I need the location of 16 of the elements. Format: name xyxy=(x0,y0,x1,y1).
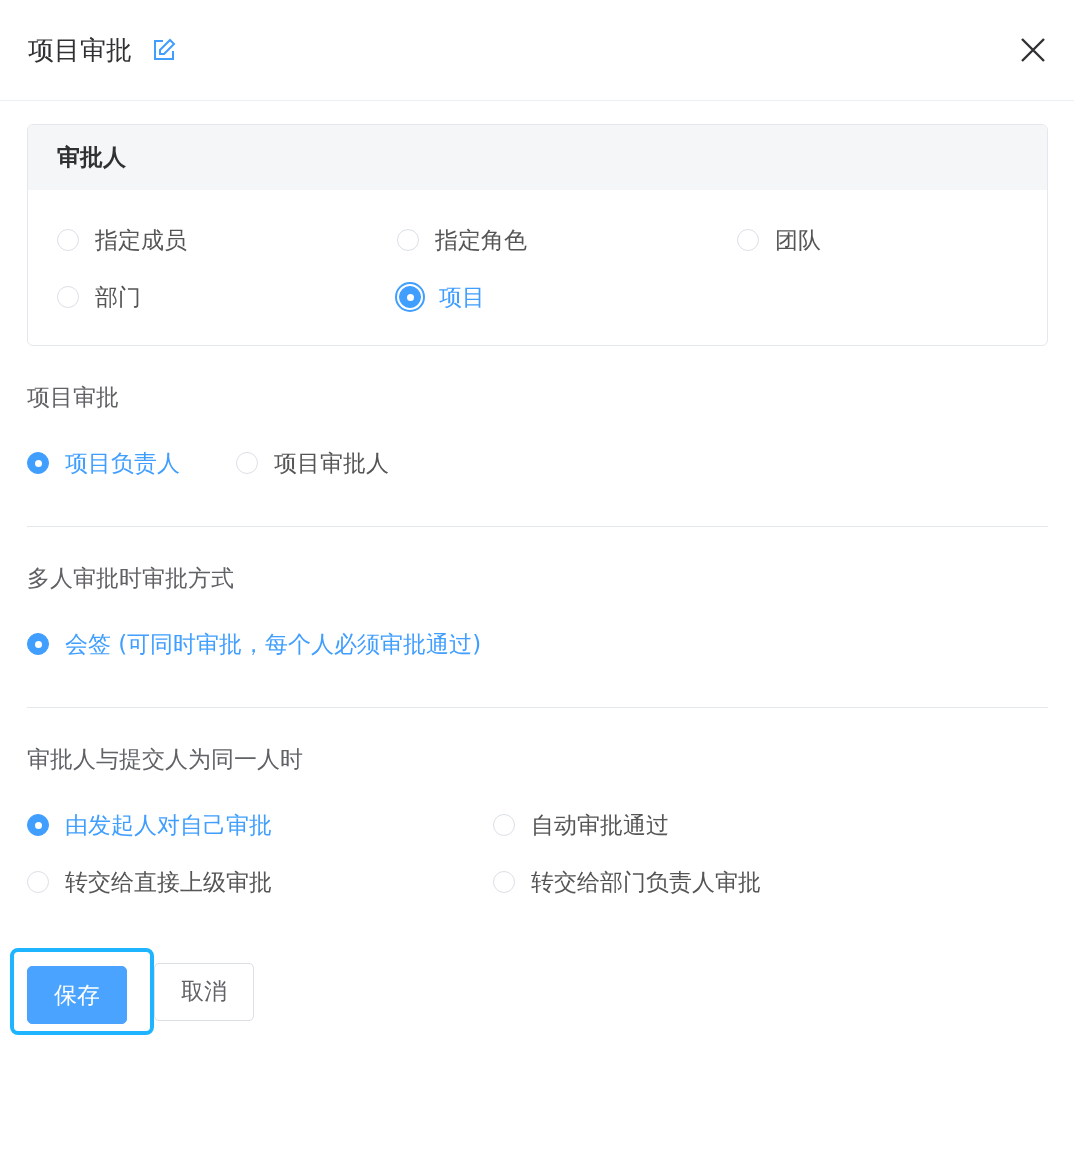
radio-option[interactable]: 指定成员 xyxy=(57,224,397,256)
radio-option[interactable]: 指定角色 xyxy=(397,224,737,256)
radio-option[interactable]: 项目审批人 xyxy=(236,447,389,479)
radio-option[interactable]: 转交给部门负责人审批 xyxy=(493,866,1048,898)
cancel-button[interactable]: 取消 xyxy=(154,962,254,1021)
section-label: 项目审批 xyxy=(27,383,120,412)
card-title: 审批人 xyxy=(57,143,126,172)
edit-icon[interactable] xyxy=(152,38,176,62)
radio-option[interactable]: 团队 xyxy=(737,224,1018,256)
section-label: 审批人与提交人为同一人时 xyxy=(27,745,304,774)
close-icon[interactable] xyxy=(1020,37,1046,63)
radio-option[interactable]: 自动审批通过 xyxy=(493,809,1048,841)
section-label: 多人审批时审批方式 xyxy=(27,564,235,593)
radio-option[interactable]: 部门 xyxy=(57,281,397,313)
dialog-title: 项目审批 xyxy=(28,33,132,67)
radio-option[interactable]: 转交给直接上级审批 xyxy=(27,866,493,898)
